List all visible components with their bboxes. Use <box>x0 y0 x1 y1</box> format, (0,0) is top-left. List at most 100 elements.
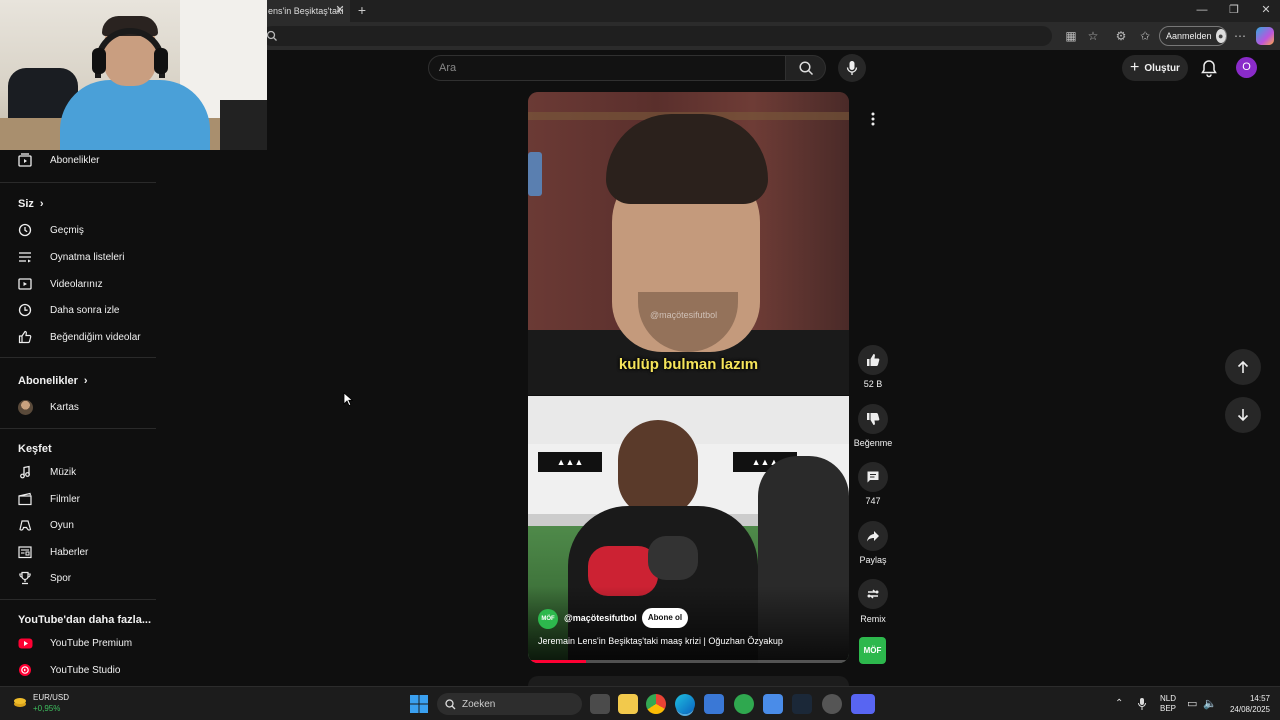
sidebar-item-youtube-premium[interactable]: YouTube Premium <box>14 631 160 655</box>
store-icon[interactable] <box>704 694 724 714</box>
section-header-you[interactable]: Siz › <box>18 198 44 210</box>
progress-track[interactable] <box>528 660 849 663</box>
sidebar-item-sports[interactable]: Spor <box>14 566 160 590</box>
subscribe-button[interactable]: Abone ol <box>642 608 688 628</box>
task-view-icon[interactable] <box>590 694 610 714</box>
sidebar-item-label: Oyun <box>50 519 74 531</box>
comments-button[interactable] <box>858 462 888 492</box>
sidebar-item-label: Beğendiğim videolar <box>50 331 141 343</box>
remix-button[interactable] <box>858 579 888 609</box>
start-button[interactable] <box>410 695 428 713</box>
favorites-icon[interactable]: ✩ <box>1136 27 1154 45</box>
app-grid-icon[interactable]: ▦ <box>1062 27 1080 45</box>
short-title[interactable]: Jeremain Lens'in Beşiktaş'taki maaş kriz… <box>538 636 838 646</box>
sidebar: Abonelikler Siz › Geçmiş Oynatma listeler… <box>0 150 165 686</box>
new-tab-icon[interactable]: + <box>354 2 370 18</box>
gaming-icon <box>14 517 36 533</box>
divider <box>0 599 156 600</box>
voice-search-button[interactable] <box>838 54 866 82</box>
discord-icon[interactable] <box>851 694 875 714</box>
ticker-widget[interactable] <box>12 694 28 710</box>
short-video-player[interactable]: @maçötesifutbol kulüp bulman lazım <box>528 92 849 395</box>
more-options-icon[interactable]: ⋯ <box>1231 27 1249 45</box>
progress-fill <box>528 660 586 663</box>
minimize-icon[interactable]: — <box>1192 2 1212 18</box>
comment-count: 747 <box>865 496 881 506</box>
divider <box>0 357 156 358</box>
trophy-icon <box>14 570 36 586</box>
mouse-cursor-icon <box>343 392 353 407</box>
sidebar-item-movies[interactable]: Filmler <box>14 487 160 511</box>
video-object <box>528 152 542 196</box>
close-tab-icon[interactable]: ✕ <box>333 3 347 17</box>
create-button[interactable]: + Oluştur <box>1122 55 1188 81</box>
close-window-icon[interactable]: ✕ <box>1256 2 1276 18</box>
sidebar-item-history[interactable]: Geçmiş <box>14 218 160 242</box>
sidebar-item-gaming[interactable]: Oyun <box>14 513 160 537</box>
microphone-tray-icon[interactable] <box>1137 697 1147 711</box>
dislike-button[interactable] <box>858 404 888 434</box>
clock[interactable]: 14:57 24/08/2025 <box>1220 693 1270 715</box>
sound-channel-thumbnail[interactable]: MÖF <box>859 637 886 664</box>
share-label: Paylaş <box>859 555 887 565</box>
bitwarden-icon[interactable] <box>763 694 783 714</box>
sidebar-item-kartas[interactable]: Kartas <box>14 395 160 419</box>
volume-icon[interactable]: 🔈 <box>1203 697 1217 710</box>
short-video-player-peek[interactable] <box>528 676 849 686</box>
favorite-star-icon[interactable]: ☆ <box>1084 27 1102 45</box>
previous-short-button[interactable] <box>1225 349 1261 385</box>
keyboard-layout: BEP <box>1160 704 1177 713</box>
plus-icon: + <box>1130 59 1140 76</box>
restore-icon[interactable]: ❐ <box>1224 2 1244 18</box>
taskbar-search[interactable]: Zoeken <box>437 693 582 715</box>
notifications-button[interactable] <box>1198 57 1220 79</box>
url-field[interactable] <box>262 26 1052 46</box>
signin-label: Aanmelden <box>1166 31 1212 41</box>
avatar[interactable]: O <box>1236 57 1257 78</box>
video-watermark: @maçötesifutbol <box>650 310 718 320</box>
file-explorer-icon[interactable] <box>618 694 638 714</box>
share-button[interactable] <box>858 521 888 551</box>
news-icon <box>14 544 36 560</box>
chevron-up-icon[interactable]: ⌃ <box>1115 698 1123 709</box>
your-videos-icon <box>14 276 36 292</box>
extension-icon[interactable]: ⚙ <box>1112 27 1130 45</box>
section-header-subscriptions[interactable]: Abonelikler › <box>18 375 88 387</box>
webcam-person-body <box>60 80 210 150</box>
search-input[interactable]: Ara <box>428 55 786 81</box>
steam-icon[interactable] <box>792 694 812 714</box>
search-button[interactable] <box>786 55 826 81</box>
profile-icon: ● <box>1215 29 1226 43</box>
edge-icon[interactable] <box>675 694 695 714</box>
signin-button[interactable]: Aanmelden ● <box>1159 26 1227 46</box>
sidebar-item-music[interactable]: Müzik <box>14 460 160 484</box>
sidebar-item-label: Haberler <box>50 546 89 558</box>
input-language[interactable]: NLD BEP <box>1160 694 1176 714</box>
next-short-button[interactable] <box>1225 397 1261 433</box>
short-more-button[interactable] <box>858 104 888 134</box>
ticker-change: +0,95% <box>33 704 61 713</box>
channel-name[interactable]: @maçötesifutbol <box>564 613 637 623</box>
chrome-icon[interactable] <box>646 694 666 714</box>
sidebar-item-playlists[interactable]: Oynatma listeleri <box>14 245 160 269</box>
short-video-player-next[interactable]: ▲▲▲ ▲▲▲ MÖF @maçötesifutbol Abone ol Jer… <box>528 396 849 663</box>
sidebar-item-youtube-studio[interactable]: YouTube Studio <box>14 658 160 682</box>
like-button[interactable] <box>858 345 888 375</box>
sidebar-item-subscriptions[interactable]: Abonelikler <box>14 148 160 172</box>
sidebar-item-liked-videos[interactable]: Beğendiğim videolar <box>14 325 160 349</box>
copilot-icon[interactable] <box>1256 27 1274 45</box>
xbox-icon[interactable] <box>734 694 754 714</box>
remix-icon <box>867 589 879 599</box>
channel-avatar[interactable]: MÖF <box>538 609 558 629</box>
app-icon[interactable] <box>822 694 842 714</box>
network-icon[interactable]: ▭ <box>1187 697 1197 710</box>
divider <box>0 428 156 429</box>
create-label: Oluştur <box>1144 62 1180 74</box>
sidebar-item-your-videos[interactable]: Videolarınız <box>14 272 160 296</box>
microphone-icon <box>648 536 698 580</box>
share-icon <box>867 531 879 542</box>
sidebar-item-news[interactable]: Haberler <box>14 540 160 564</box>
arrow-up-icon <box>1237 360 1249 373</box>
ticker-name: EUR/USD <box>33 693 70 702</box>
sidebar-item-watch-later[interactable]: Daha sonra izle <box>14 298 160 322</box>
